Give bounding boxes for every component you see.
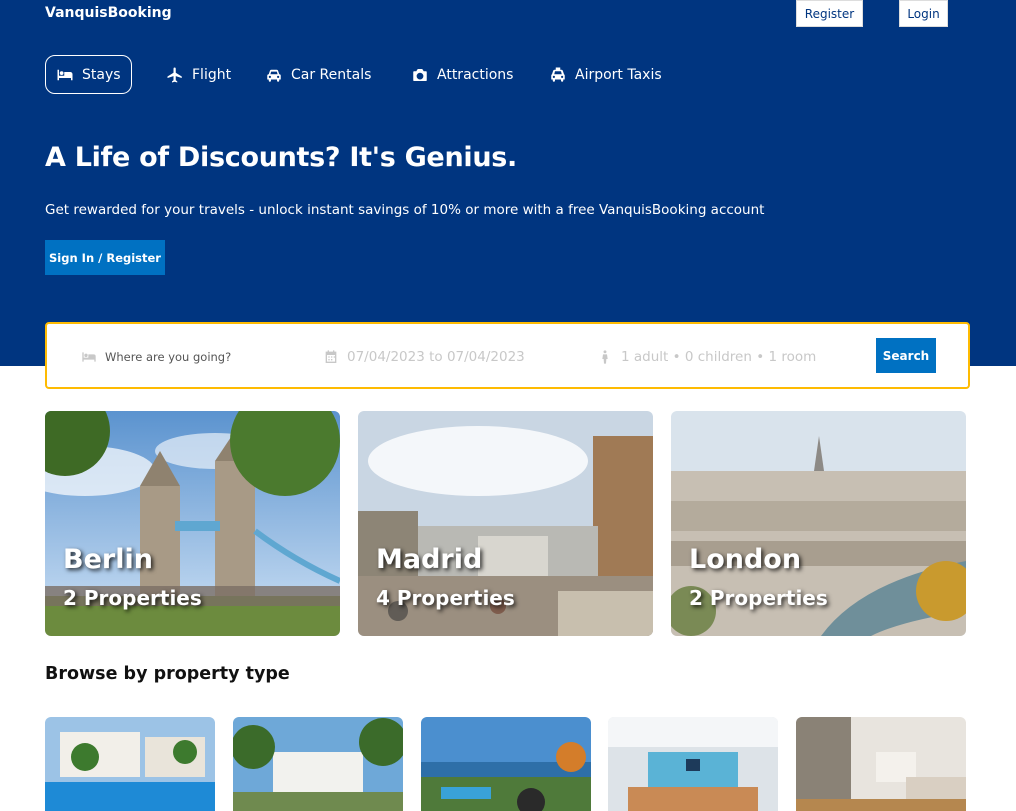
date-range-text: 07/04/2023 to 07/04/2023 [347,349,525,365]
taxi-icon [551,67,565,82]
register-button[interactable]: Register [796,0,863,27]
city-properties-count: 2 Properties [63,586,202,610]
property-type-card[interactable] [233,717,403,811]
city-properties-count: 4 Properties [376,586,515,610]
bed-icon [82,352,96,362]
plane-icon [167,67,182,82]
signin-register-button[interactable]: Sign In / Register [45,240,165,275]
city-properties-count: 2 Properties [689,586,828,610]
occupancy-text: 1 adult • 0 children • 1 room [621,349,817,365]
section-title: Browse by property type [45,664,290,684]
city-name: Berlin [63,544,153,575]
hero-banner: VanquisBooking Register Login Stays Flig… [0,0,1016,366]
destination-input[interactable] [105,350,285,364]
city-card-madrid[interactable]: Madrid 4 Properties [358,411,653,636]
nav-item-label: Airport Taxis [575,66,662,83]
property-type-card[interactable] [45,717,215,811]
nav-item-label: Flight [192,66,232,83]
nav-item-label: Attractions [437,66,514,83]
city-card-berlin[interactable]: Berlin 2 Properties [45,411,340,636]
nav-item-label: Car Rentals [291,66,372,83]
property-photo [796,717,966,811]
destination-field[interactable] [81,346,285,368]
property-type-card[interactable] [608,717,778,811]
nav-item-attractions[interactable]: Attractions [401,55,523,94]
camera-icon [413,68,427,81]
property-photo [608,717,778,811]
city-name: Madrid [376,544,483,575]
property-photo [45,717,215,811]
property-photo [421,717,591,811]
car-icon [267,69,281,82]
city-name: London [689,544,802,575]
property-photo [233,717,403,811]
nav-item-flight[interactable]: Flight [156,55,241,94]
bed-icon [57,69,73,80]
property-type-card[interactable] [421,717,591,811]
hero-headline: A Life of Discounts? It's Genius. [45,142,517,173]
calendar-icon [325,350,337,363]
nav-item-stays[interactable]: Stays [45,55,132,94]
date-range-field[interactable]: 07/04/2023 to 07/04/2023 [323,346,525,368]
search-button[interactable]: Search [876,338,936,373]
person-icon [602,350,608,364]
nav-item-car-rentals[interactable]: Car Rentals [255,55,381,94]
property-type-card[interactable] [796,717,966,811]
city-card-london[interactable]: London 2 Properties [671,411,966,636]
occupancy-field[interactable]: 1 adult • 0 children • 1 room [597,346,816,368]
login-button[interactable]: Login [899,0,948,27]
hero-subline: Get rewarded for your travels - unlock i… [45,202,765,218]
site-logo[interactable]: VanquisBooking [45,5,172,21]
nav-item-label: Stays [82,66,121,83]
search-bar: 07/04/2023 to 07/04/2023 1 adult • 0 chi… [45,322,970,389]
nav-item-airport-taxis[interactable]: Airport Taxis [539,55,672,94]
